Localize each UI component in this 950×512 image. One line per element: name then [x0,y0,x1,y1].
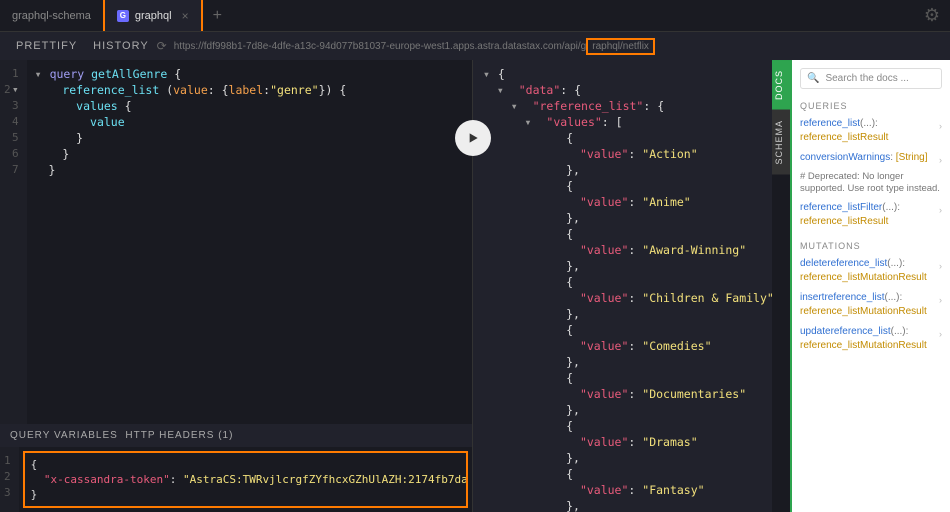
add-tab-button[interactable]: + [203,7,232,25]
doc-item-delete[interactable]: deletereference_list(...): reference_lis… [800,257,942,285]
doc-item-conversion-warnings[interactable]: conversionWarnings: [String]› [800,151,942,165]
chevron-right-icon: › [939,119,942,133]
prettify-button[interactable]: PRETTIFY [8,36,85,56]
chevron-right-icon: › [939,203,942,217]
tab-graphql[interactable]: G graphql × [103,0,203,31]
queries-heading: QUERIES [800,101,942,111]
reload-icon[interactable]: ⟳ [157,39,168,53]
deprecation-note: # Deprecated: No longer supported. Use r… [800,171,942,195]
search-input[interactable]: 🔍 Search the docs ... [800,68,942,89]
execute-button[interactable] [455,120,491,156]
docs-tab[interactable]: DOCS [772,60,790,110]
history-button[interactable]: HISTORY [85,36,157,56]
chevron-right-icon: › [939,327,942,341]
doc-item-update[interactable]: updatereference_list(...): reference_lis… [800,325,942,353]
doc-item-reference-list-filter[interactable]: reference_listFilter(...): reference_lis… [800,201,942,229]
endpoint-url[interactable]: https://fdf998b1-7d8e-4dfe-a13c-94d077b8… [174,41,655,52]
tab-query-variables[interactable]: QUERY VARIABLES [10,430,118,441]
mutations-heading: MUTATIONS [800,241,942,251]
tab-http-headers[interactable]: HTTP HEADERS (1) [125,430,233,441]
chevron-right-icon: › [939,293,942,307]
toolbar: PRETTIFY HISTORY ⟳ https://fdf998b1-7d8e… [0,32,950,60]
docs-panel: 🔍 Search the docs ... QUERIES reference_… [790,60,950,512]
tab-bar: graphql-schema G graphql × + ⚙ [0,0,950,32]
doc-item-reference-list[interactable]: reference_list(...): reference_listResul… [800,117,942,145]
line-gutter: 12▾34567 [0,60,27,424]
close-icon[interactable]: × [182,9,189,23]
schema-tab[interactable]: SCHEMA [772,110,790,175]
vars-gutter: 123 [0,447,19,512]
headers-editor[interactable]: { "x-cassandra-token": "AstraCS:TWRvjlcr… [23,451,468,508]
query-editor[interactable]: ▾ query getAllGenre { reference_list (va… [27,60,472,424]
chevron-right-icon: › [939,153,942,167]
chevron-right-icon: › [939,259,942,273]
tab-schema[interactable]: graphql-schema [0,0,103,31]
gear-icon[interactable]: ⚙ [924,5,940,26]
graphql-icon: G [117,10,129,22]
response-viewer[interactable]: ▾ { ▾ "data": { ▾ "reference_list": { ▾ … [472,60,772,512]
search-icon: 🔍 [807,73,819,84]
doc-item-insert[interactable]: insertreference_list(...): reference_lis… [800,291,942,319]
